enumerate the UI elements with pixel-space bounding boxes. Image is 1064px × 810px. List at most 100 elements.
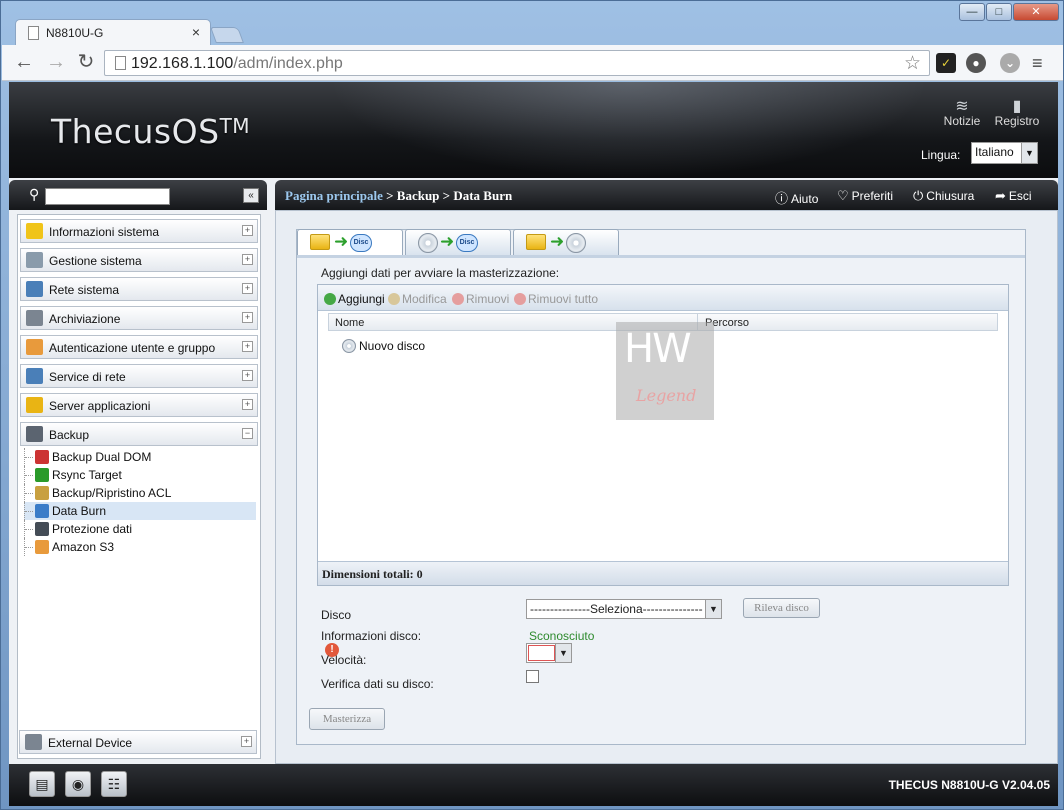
external-device-icon	[25, 734, 42, 750]
thecus-app: ThecusOSTM ≋ Notizie ▮ Registro Lingua: …	[9, 82, 1058, 806]
expand-icon[interactable]: −	[242, 428, 253, 439]
sidebar-subitem-rsync-target[interactable]: Rsync Target	[24, 466, 256, 484]
expand-icon[interactable]: +	[242, 225, 253, 236]
sidebar-subitem-amazon-s3[interactable]: Amazon S3	[24, 538, 256, 556]
disco-label: Disco	[321, 608, 352, 622]
address-bar[interactable]: 192.168.1.100/adm/index.php ☆	[104, 50, 930, 76]
disk-icon[interactable]: ◉	[65, 771, 91, 797]
search-icon: ⚲	[29, 186, 40, 202]
chevron-down-icon: ▼	[555, 644, 571, 662]
maximize-button[interactable]: □	[986, 3, 1012, 21]
content-area: ➜ Disc ➜ Disc ➜ Aggiungi dati per avviar…	[275, 210, 1058, 764]
sidebar-item-archiviazione[interactable]: Archiviazione +	[20, 306, 258, 330]
tree-connector	[24, 466, 34, 484]
remove-all-button[interactable]: Rimuovi tutto	[514, 292, 598, 306]
data-burn-panel: ➜ Disc ➜ Disc ➜ Aggiungi dati per avviar…	[296, 229, 1026, 745]
aiuto-link[interactable]: ⓘ Aiuto	[775, 188, 818, 207]
remove-icon	[514, 293, 526, 305]
sidebar-item-backup[interactable]: Backup −	[20, 422, 258, 446]
disc-icon	[342, 339, 356, 353]
tree-connector	[24, 448, 34, 466]
chevron-down-icon: ▼	[705, 600, 721, 618]
sidebar-subitem-data-burn[interactable]: Data Burn	[24, 502, 256, 520]
chiusura-link[interactable]: ⏻ Chiusura	[913, 188, 974, 204]
search-input[interactable]	[45, 188, 170, 205]
forward-arrow-icon[interactable]: →	[44, 51, 68, 75]
verifica-checkbox[interactable]	[526, 670, 539, 683]
sidebar-item-autenticazione-utente-e-gruppo[interactable]: Autenticazione utente e gruppo +	[20, 335, 258, 359]
sidebar-item-gestione-sistema[interactable]: Gestione sistema +	[20, 248, 258, 272]
preferiti-link[interactable]: ♡ Preferiti	[837, 188, 893, 204]
tree-connector	[24, 484, 34, 502]
folder-icon	[310, 234, 330, 250]
new-tab-button[interactable]	[210, 27, 244, 43]
registro-label: Registro	[994, 114, 1040, 128]
breadcrumb-path: > Backup > Data Burn	[382, 188, 513, 203]
masterizza-button[interactable]: Masterizza	[309, 708, 385, 730]
back-arrow-icon[interactable]: ←	[12, 51, 36, 75]
expand-icon[interactable]: +	[242, 399, 253, 410]
notizie-link[interactable]: ≋ Notizie	[939, 96, 985, 128]
extension-shield-icon[interactable]: ⌄	[1000, 53, 1020, 73]
server-icon[interactable]: ▤	[29, 771, 55, 797]
expand-icon[interactable]: +	[242, 312, 253, 323]
row-label: Nuovo disco	[359, 339, 426, 353]
expand-icon[interactable]: +	[242, 254, 253, 265]
velocita-select[interactable]: ▼	[526, 643, 572, 663]
rileva-disco-button[interactable]: Rileva disco	[743, 598, 820, 618]
brand-logo: ThecusOSTM	[51, 112, 251, 151]
menu-icon[interactable]: ≡	[1032, 53, 1043, 74]
minimize-button[interactable]: —	[959, 3, 985, 21]
power-icon: ⏻	[913, 188, 924, 203]
data-protection-icon	[35, 522, 49, 536]
close-tab-icon[interactable]: ×	[192, 24, 200, 40]
heart-icon: ♡	[837, 188, 849, 203]
disco-select[interactable]: ---------------Seleziona--------------- …	[526, 599, 722, 619]
sidebar-subitem-protezione-dati[interactable]: Protezione dati	[24, 520, 256, 538]
amazon-s3-icon	[35, 540, 49, 554]
disc-icon	[418, 233, 438, 253]
burn-list-grid: Aggiungi Modifica Rimuovi Rimuovi tutto …	[317, 284, 1009, 586]
column-nome[interactable]: Nome	[335, 317, 364, 329]
registro-link[interactable]: ▮ Registro	[989, 96, 1045, 128]
sidebar-subitem-backup-dual-dom[interactable]: Backup Dual DOM	[24, 448, 256, 466]
rsync-icon	[35, 468, 49, 482]
tab-data-to-disc[interactable]: ➜ Disc	[297, 229, 403, 256]
edit-icon	[388, 293, 400, 305]
tab-disc-to-disc[interactable]: ➜ Disc	[405, 229, 511, 255]
bookmark-star-icon[interactable]: ☆	[904, 52, 921, 75]
watermark-line-2: Legend	[636, 386, 697, 405]
total-size: Dimensioni totali: 0	[322, 567, 423, 581]
sidebar-item-informazioni-sistema[interactable]: Informazioni sistema +	[20, 219, 258, 243]
sidebar-item-label: Rete sistema	[49, 283, 120, 297]
tree-connector	[24, 538, 34, 556]
sidebar-item-service-di-rete[interactable]: Service di rete +	[20, 364, 258, 388]
expand-icon[interactable]: +	[242, 283, 253, 294]
sidebar-subitem-backup-ripristino-acl[interactable]: Backup/Ripristino ACL	[24, 484, 256, 502]
expand-icon[interactable]: +	[242, 370, 253, 381]
extension-off-icon[interactable]: ●	[966, 53, 986, 73]
remove-button[interactable]: Rimuovi	[452, 292, 509, 306]
network-tree-icon[interactable]: ☷	[101, 771, 127, 797]
edit-button[interactable]: Modifica	[388, 292, 447, 306]
sidebar-item-label: Autenticazione utente e gruppo	[49, 341, 216, 355]
collapse-sidebar-button[interactable]: «	[243, 188, 259, 203]
expand-icon[interactable]: +	[242, 341, 253, 352]
browser-tab[interactable]: N8810U-G ×	[15, 19, 211, 45]
sidebar-item-label: Server applicazioni	[49, 399, 151, 413]
expand-icon[interactable]: +	[241, 736, 252, 747]
arrow-right-icon: ➜	[550, 232, 565, 251]
tree-row-nuovo-disco[interactable]: Nuovo disco	[342, 339, 425, 353]
breadcrumb-home[interactable]: Pagina principale	[285, 188, 383, 203]
esci-link[interactable]: ➦ Esci	[995, 188, 1032, 204]
tab-data-to-image[interactable]: ➜	[513, 229, 619, 255]
sidebar-item-external-device[interactable]: External Device +	[19, 730, 257, 754]
extension-check-icon[interactable]: ✓	[936, 53, 956, 73]
sidebar-item-server-applicazioni[interactable]: Server applicazioni +	[20, 393, 258, 417]
arrow-right-icon: ➜	[334, 232, 349, 251]
add-button[interactable]: Aggiungi	[324, 292, 385, 306]
sidebar-item-rete-sistema[interactable]: Rete sistema +	[20, 277, 258, 301]
language-select[interactable]: Italiano ▼	[971, 142, 1038, 164]
reload-icon[interactable]: ↻	[74, 51, 98, 75]
close-window-button[interactable]: ✕	[1013, 3, 1059, 21]
